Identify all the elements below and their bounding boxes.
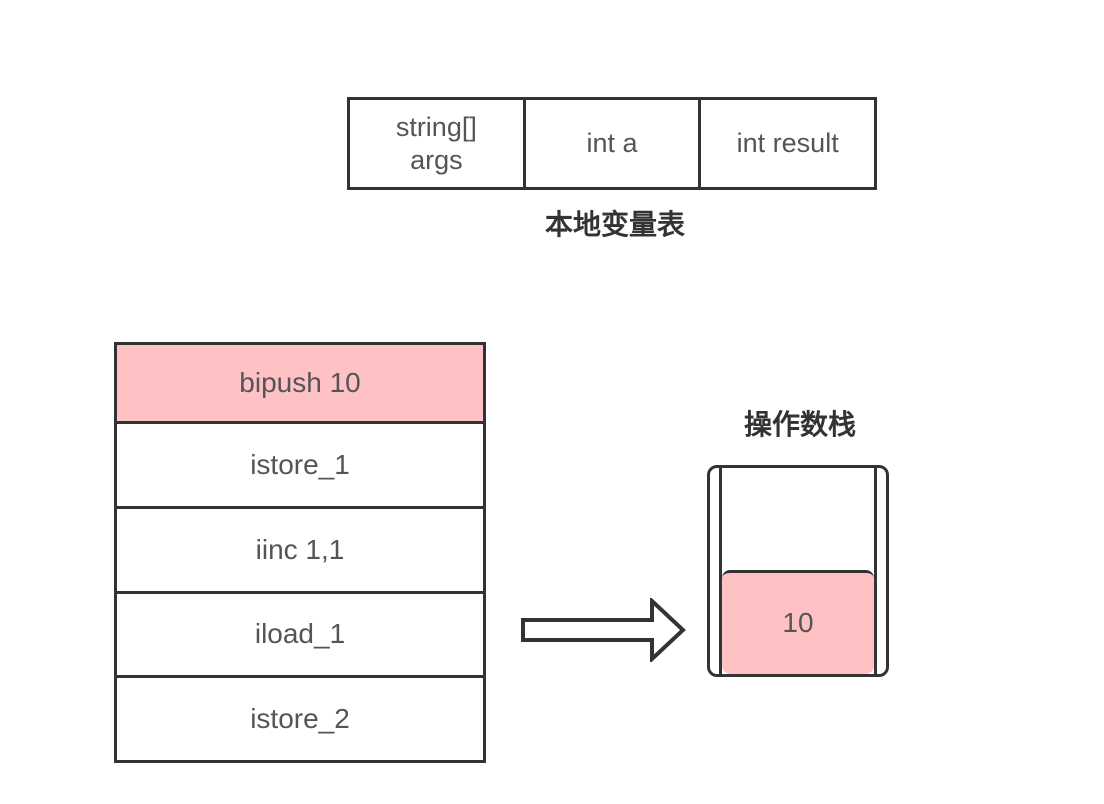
local-variable-slot-1: int a — [522, 100, 699, 187]
arrow-shape — [521, 598, 686, 662]
local-variable-table: string[] args int a int result — [347, 97, 877, 190]
instruction-row-active: bipush 10 — [117, 345, 483, 421]
local-variable-slot-2: int result — [698, 100, 874, 187]
operand-stack-body: 10 — [719, 468, 877, 674]
instruction-row: iinc 1,1 — [117, 505, 483, 591]
instruction-row: istore_1 — [117, 421, 483, 506]
local-variable-slot-0-name: args — [410, 144, 463, 175]
instruction-row: iload_1 — [117, 590, 483, 676]
local-variable-slot-1-label: int a — [586, 128, 638, 158]
local-variable-slot-0: string[] args — [350, 100, 523, 187]
instruction-list: bipush 10 istore_1 iinc 1,1 iload_1 isto… — [114, 342, 486, 763]
right-arrow-icon — [521, 598, 686, 662]
instruction-row: istore_2 — [117, 675, 483, 760]
local-variable-slot-2-label: int result — [736, 128, 839, 158]
local-variable-table-caption: 本地变量表 — [544, 208, 685, 241]
operand-stack-slot-top: 10 — [722, 569, 874, 674]
operand-stack: 10 — [707, 465, 889, 677]
operand-stack-caption: 操作数栈 — [743, 408, 856, 441]
operand-stack-slot-empty — [722, 468, 874, 570]
local-variable-slot-0-type: string[] — [395, 111, 477, 142]
